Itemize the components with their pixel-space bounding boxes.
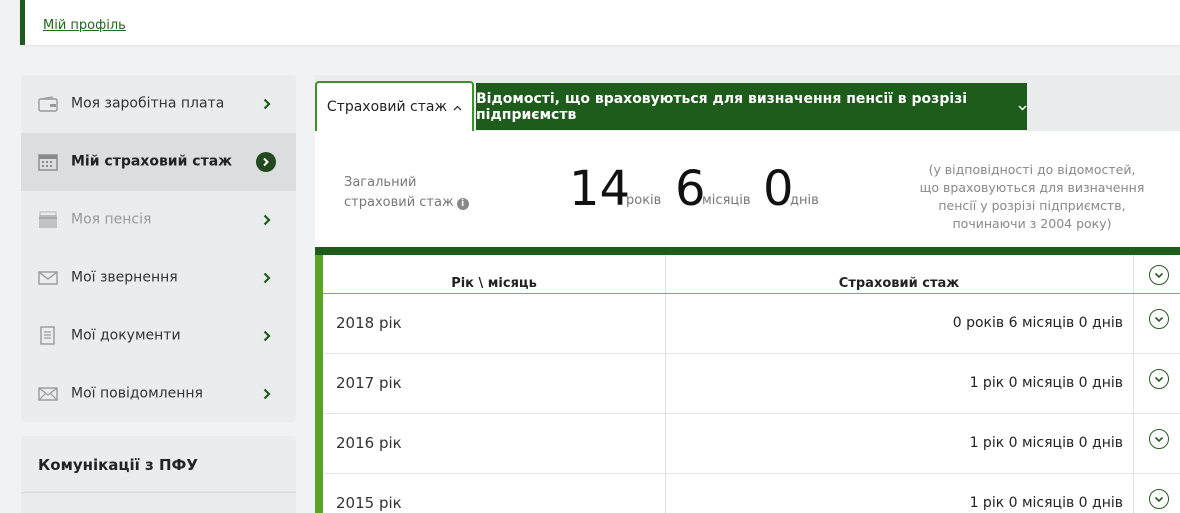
communications-panel: Комунікації з ПФУ: [21, 436, 296, 513]
sidebar-item-appeals[interactable]: Мої звернення: [21, 249, 296, 307]
chevron-down-icon: [1018, 99, 1027, 115]
info-icon[interactable]: i: [456, 198, 469, 210]
row-stazh-value: 1 рік 0 місяців 0 днів: [969, 495, 1123, 511]
tab-label: Відомості, що враховуються для визначенн…: [476, 90, 968, 123]
row-year: 2018 рік: [336, 314, 402, 332]
table-row: 2017 рік 1 рік 0 місяців 0 днів: [323, 354, 1180, 414]
chevron-right-icon: [260, 387, 274, 401]
label-line: Загальний: [344, 175, 417, 190]
mail-icon: [37, 384, 59, 404]
chevron-right-icon: [260, 271, 274, 285]
column-header-year: Рік \ місяць: [451, 276, 537, 291]
months-unit: місяців: [702, 193, 751, 208]
sidebar-item-label: Моя заробітна плата: [71, 95, 225, 112]
chevron-right-circle-icon: [256, 152, 276, 172]
sidebar-item-salary[interactable]: Моя заробітна плата: [21, 75, 296, 133]
expand-row-button[interactable]: [1149, 429, 1169, 449]
row-stazh-value: 1 рік 0 місяців 0 днів: [969, 375, 1123, 391]
years-unit: років: [626, 193, 662, 208]
column-header-stazh: Страховий стаж: [838, 276, 960, 291]
sidebar-item-label: Моя пенсія: [71, 211, 152, 228]
row-year: 2017 рік: [336, 374, 402, 392]
table-top-bar: [315, 247, 1180, 255]
total-stazh-label: Загальний страховий стаж i: [344, 173, 469, 213]
chevron-right-icon: [260, 329, 274, 343]
divider: [21, 492, 296, 493]
sidebar-item-documents[interactable]: Мої документи: [21, 307, 296, 365]
table-row: 2015 рік 1 рік 0 місяців 0 днів: [323, 474, 1180, 513]
days-unit: днів: [790, 193, 819, 208]
row-year: 2016 рік: [336, 434, 402, 452]
chevron-up-icon: [453, 99, 462, 115]
sidebar-item-insurance-stazh[interactable]: Мій страховий стаж: [21, 133, 296, 191]
expand-row-button[interactable]: [1149, 309, 1169, 329]
tab-enterprise-records[interactable]: Відомості, що враховуються для визначенн…: [476, 83, 1027, 130]
chevron-right-icon: [260, 213, 274, 227]
sidebar-item-label: Мої документи: [71, 327, 181, 344]
stazh-summary: Загальний страховий стаж i 14 років 6 міс…: [315, 131, 1180, 247]
chevron-right-icon: [260, 97, 274, 111]
label-line: страховий стаж: [344, 195, 454, 210]
profile-header: Мій профіль: [20, 0, 1180, 45]
days-value: 0: [763, 161, 794, 217]
sidebar-item-pension[interactable]: Моя пенсія: [21, 191, 296, 249]
stazh-note: (у відповідності до відомостей, що врахо…: [919, 162, 1145, 231]
my-profile-link[interactable]: Мій профіль: [43, 18, 126, 33]
table-header: Рік \ місяць Страховий стаж: [323, 255, 1180, 294]
envelope-icon: [37, 268, 59, 288]
row-stazh-value: 1 рік 0 місяців 0 днів: [969, 435, 1123, 451]
main-content: Страховий стаж Відомості, що враховуютьс…: [315, 75, 1180, 513]
calendar-icon: [37, 152, 59, 172]
sidebar-item-label: Мої повідомлення: [71, 385, 203, 402]
tab-label: Страховий стаж: [326, 99, 448, 115]
stazh-table: Рік \ місяць Страховий стаж 2018 рік 0 р…: [315, 255, 1180, 513]
table-row: 2018 рік 0 років 6 місяців 0 днів: [323, 294, 1180, 354]
tab-bar: Страховий стаж Відомості, що враховуютьс…: [315, 75, 1180, 131]
expand-row-button[interactable]: [1149, 369, 1169, 389]
months-value: 6: [675, 161, 706, 217]
expand-all-button[interactable]: [1149, 265, 1169, 285]
sidebar-nav: Моя заробітна плата Мій страховий стаж М…: [21, 75, 296, 422]
folder-icon: [37, 210, 59, 230]
sidebar-item-messages[interactable]: Мої повідомлення: [21, 365, 296, 422]
communications-title: Комунікації з ПФУ: [38, 456, 198, 474]
table-row: 2016 рік 1 рік 0 місяців 0 днів: [323, 414, 1180, 474]
expand-row-button[interactable]: [1149, 489, 1169, 509]
row-year: 2015 рік: [336, 494, 402, 512]
wallet-icon: [37, 94, 59, 114]
years-value: 14: [569, 161, 631, 217]
tab-insurance-stazh[interactable]: Страховий стаж: [315, 81, 474, 131]
sidebar-item-label: Мій страховий стаж: [71, 153, 233, 170]
sidebar-item-label: Мої звернення: [71, 269, 178, 286]
row-stazh-value: 0 років 6 місяців 0 днів: [952, 315, 1123, 331]
document-icon: [37, 326, 59, 346]
